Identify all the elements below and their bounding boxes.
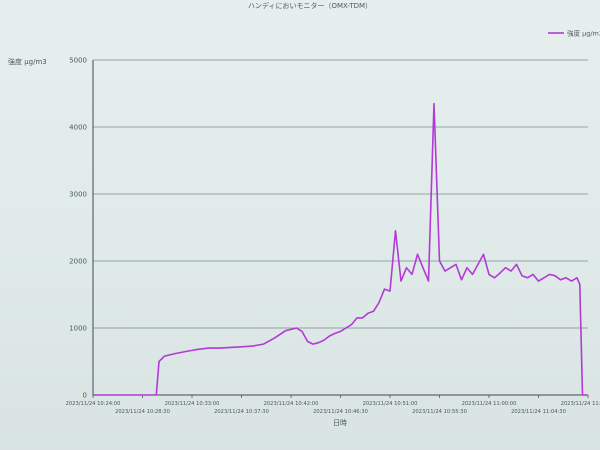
x-tick-labels: 2023/11/24 10:24:00 2023/11/24 10:33:00 20…: [66, 401, 600, 415]
x-tick-label: 2023/11/24 10:37:30: [214, 409, 269, 415]
y-tick-label: 4000: [69, 124, 87, 132]
y-tick-label: 3000: [69, 191, 87, 199]
y-axis-label: 強度 μg/m3: [8, 57, 47, 66]
legend-label: 強度 μg/m3: [567, 29, 600, 38]
y-tick-labels: 0 1000 2000 3000 4000 5000: [69, 57, 87, 400]
series-group: [93, 102, 588, 396]
x-tick-label: 2023/11/24 10:28:30: [115, 409, 170, 415]
x-tick-label: 2023/11/24 10:42:00: [264, 401, 319, 407]
y-tick-label: 2000: [69, 258, 87, 266]
gridlines: [93, 59, 588, 396]
y-tick-label: 0: [83, 392, 87, 400]
x-tick-label: 2023/11/24 10:33:00: [165, 401, 220, 407]
x-tick-label: 2023/11/24 11:00:00: [462, 401, 517, 407]
series-line-0: [93, 102, 588, 396]
x-tick-label: 2023/11/24 11:04:30: [511, 409, 566, 415]
legend: 強度 μg/m3: [548, 29, 600, 38]
x-tick-label: 2023/11/24 10:24:00: [66, 401, 121, 407]
x-tick-label: 2023/11/24 10:51:00: [363, 401, 418, 407]
chart: ハンディにおいモニター（OMX-TDM） 強度 μg/m3 日時 強度 μg/m…: [8, 1, 600, 427]
y-tick-label: 1000: [69, 325, 87, 333]
y-tick-label: 5000: [69, 57, 87, 65]
x-tick-label: 2023/11/24 10:55:30: [412, 409, 467, 415]
chart-title: ハンディにおいモニター（OMX-TDM）: [248, 1, 372, 10]
x-tick-label: 2023/11/24 11:09:00: [561, 401, 600, 407]
x-tick-label: 2023/11/24 10:46:30: [313, 409, 368, 415]
axes: [92, 60, 589, 398]
x-axis-label: 日時: [333, 419, 347, 427]
